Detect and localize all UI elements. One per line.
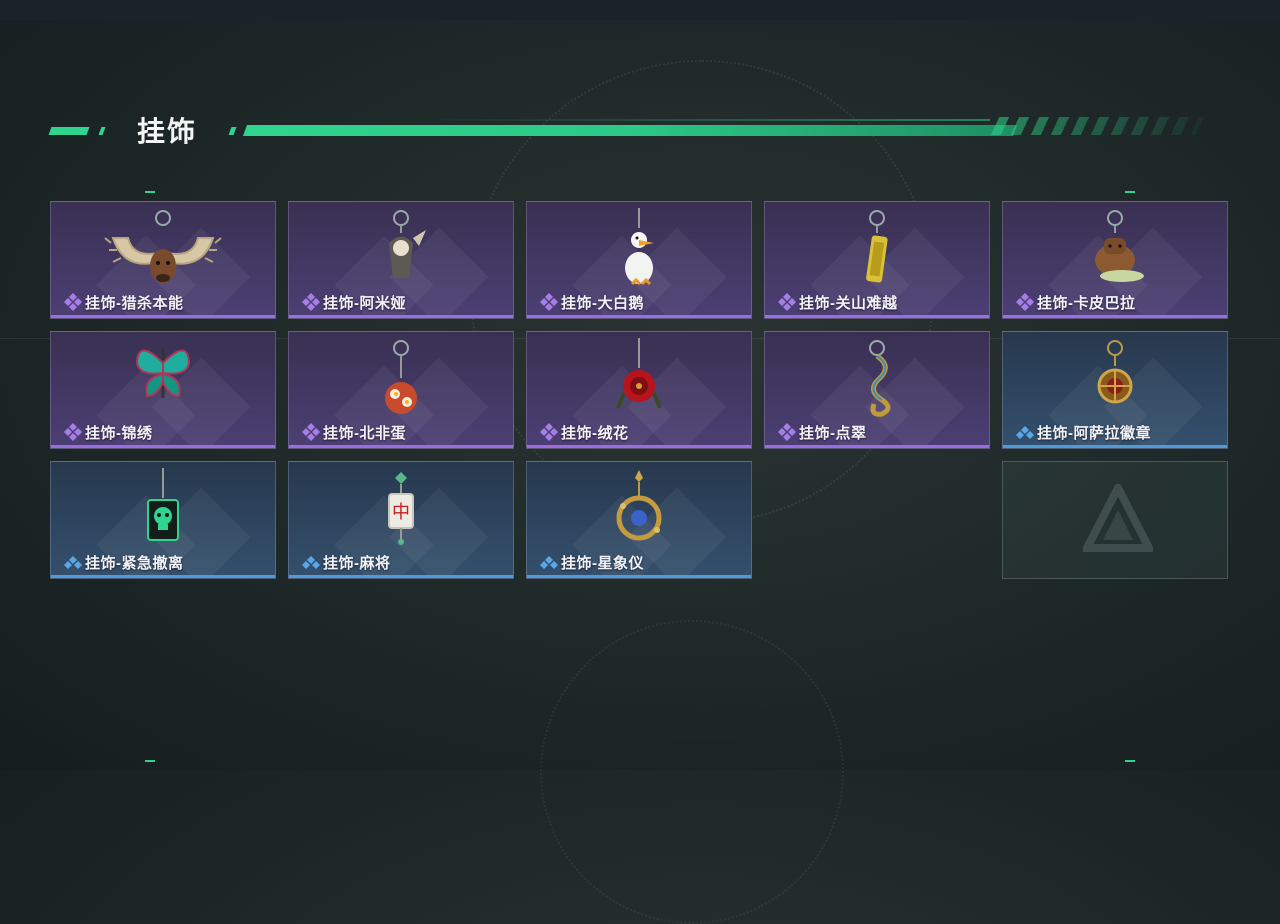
rarity-bar xyxy=(289,575,513,578)
goose-charm-icon xyxy=(614,208,664,293)
gold-bar-charm-icon xyxy=(857,208,897,293)
rarity-icon xyxy=(539,292,561,312)
phoenix-charm-icon xyxy=(852,338,902,423)
charm-card[interactable]: 挂饰-阿萨拉徽章 xyxy=(1002,331,1228,449)
rarity-bar xyxy=(51,445,275,448)
section-title: 挂饰 xyxy=(137,116,198,147)
rarity-bar xyxy=(1003,445,1227,448)
charm-card[interactable]: 挂饰-大白鹅 xyxy=(526,201,752,319)
rarity-icon xyxy=(1015,292,1037,312)
charm-label: 挂饰-阿米娅 xyxy=(301,292,406,312)
charm-card[interactable]: 中 挂饰-麻将 xyxy=(288,461,514,579)
charm-card[interactable]: 挂饰-星象仪 xyxy=(526,461,752,579)
charm-name: 挂饰-大白鹅 xyxy=(561,294,644,312)
skull-tag-charm-icon xyxy=(138,468,188,553)
badge-charm-icon xyxy=(1090,338,1140,423)
header-accent xyxy=(228,127,237,135)
charm-card[interactable]: 挂饰-阿米娅 xyxy=(288,201,514,319)
rarity-bar xyxy=(527,575,751,578)
charm-label: 挂饰-麻将 xyxy=(301,552,391,572)
rarity-bar xyxy=(527,315,751,318)
rarity-icon xyxy=(301,552,323,572)
charm-card[interactable]: 挂饰-紧急撤离 xyxy=(50,461,276,579)
corner-mark xyxy=(1125,760,1135,762)
butterfly-charm-icon xyxy=(133,338,193,413)
header-accent xyxy=(420,119,990,121)
charm-name: 挂饰-麻将 xyxy=(323,554,391,572)
charm-name: 挂饰-紧急撤离 xyxy=(85,554,184,572)
rarity-bar xyxy=(51,315,275,318)
charm-name: 挂饰-锦绣 xyxy=(85,424,153,442)
charm-name: 挂饰-北非蛋 xyxy=(323,424,406,442)
game-logo-icon xyxy=(1080,479,1156,559)
charm-card[interactable]: 挂饰-点翠 xyxy=(764,331,990,449)
corner-mark xyxy=(145,191,155,193)
empty-slot[interactable] xyxy=(1002,461,1228,579)
charm-label: 挂饰-阿萨拉徽章 xyxy=(1015,422,1151,442)
charm-card[interactable]: 挂饰-绒花 xyxy=(526,331,752,449)
background-decoration xyxy=(540,620,844,924)
mahjong-charm-icon: 中 xyxy=(381,468,421,553)
charm-card[interactable]: 挂饰-卡皮巴拉 xyxy=(1002,201,1228,319)
header-accent xyxy=(98,127,106,135)
header-bar xyxy=(242,125,1018,136)
charm-name: 挂饰-卡皮巴拉 xyxy=(1037,294,1136,312)
charm-name: 挂饰-绒花 xyxy=(561,424,629,442)
header-checker-pattern xyxy=(990,117,1205,135)
rarity-icon xyxy=(301,292,323,312)
astrolabe-charm-icon xyxy=(609,468,669,553)
charm-name: 挂饰-猎杀本能 xyxy=(85,294,184,312)
charm-name: 挂饰-星象仪 xyxy=(561,554,644,572)
rarity-bar xyxy=(527,445,751,448)
corner-mark xyxy=(145,760,155,762)
charm-name: 挂饰-阿米娅 xyxy=(323,294,406,312)
charm-label: 挂饰-锦绣 xyxy=(63,422,153,442)
rarity-bar xyxy=(51,575,275,578)
header-accent xyxy=(48,127,90,135)
rarity-icon xyxy=(777,292,799,312)
charm-name: 挂饰-阿萨拉徽章 xyxy=(1037,424,1151,442)
charm-card[interactable]: 挂饰-北非蛋 xyxy=(288,331,514,449)
rarity-icon xyxy=(1015,422,1037,442)
rarity-bar xyxy=(765,445,989,448)
charm-card[interactable]: 挂饰-猎杀本能 xyxy=(50,201,276,319)
charm-card[interactable]: 挂饰-关山难越 xyxy=(764,201,990,319)
rarity-icon xyxy=(539,422,561,442)
rarity-icon xyxy=(301,422,323,442)
rarity-bar xyxy=(289,315,513,318)
charm-label: 挂饰-点翠 xyxy=(777,422,867,442)
rarity-icon xyxy=(63,292,85,312)
rarity-bar xyxy=(289,445,513,448)
charm-label: 挂饰-星象仪 xyxy=(539,552,644,572)
svg-text:中: 中 xyxy=(392,502,410,523)
doll-charm-icon xyxy=(371,208,431,293)
rarity-bar xyxy=(765,315,989,318)
rarity-icon xyxy=(63,422,85,442)
red-flower-charm-icon xyxy=(614,338,664,423)
charm-name: 挂饰-关山难越 xyxy=(799,294,898,312)
rarity-icon xyxy=(539,552,561,572)
charm-label: 挂饰-大白鹅 xyxy=(539,292,644,312)
charm-label: 挂饰-卡皮巴拉 xyxy=(1015,292,1136,312)
charm-label: 挂饰-关山难越 xyxy=(777,292,898,312)
charm-name: 挂饰-点翠 xyxy=(799,424,867,442)
charm-label: 挂饰-猎杀本能 xyxy=(63,292,184,312)
capybara-charm-icon xyxy=(1080,208,1150,293)
charm-label: 挂饰-紧急撤离 xyxy=(63,552,184,572)
charm-label: 挂饰-北非蛋 xyxy=(301,422,406,442)
moose-antler-charm-icon xyxy=(103,208,223,293)
top-strip xyxy=(0,0,1280,20)
charm-card[interactable]: 挂饰-锦绣 xyxy=(50,331,276,449)
rarity-icon xyxy=(63,552,85,572)
rarity-bar xyxy=(1003,315,1227,318)
charm-label: 挂饰-绒花 xyxy=(539,422,629,442)
corner-mark xyxy=(1125,191,1135,193)
rarity-icon xyxy=(777,422,799,442)
shakshuka-charm-icon xyxy=(376,338,426,423)
